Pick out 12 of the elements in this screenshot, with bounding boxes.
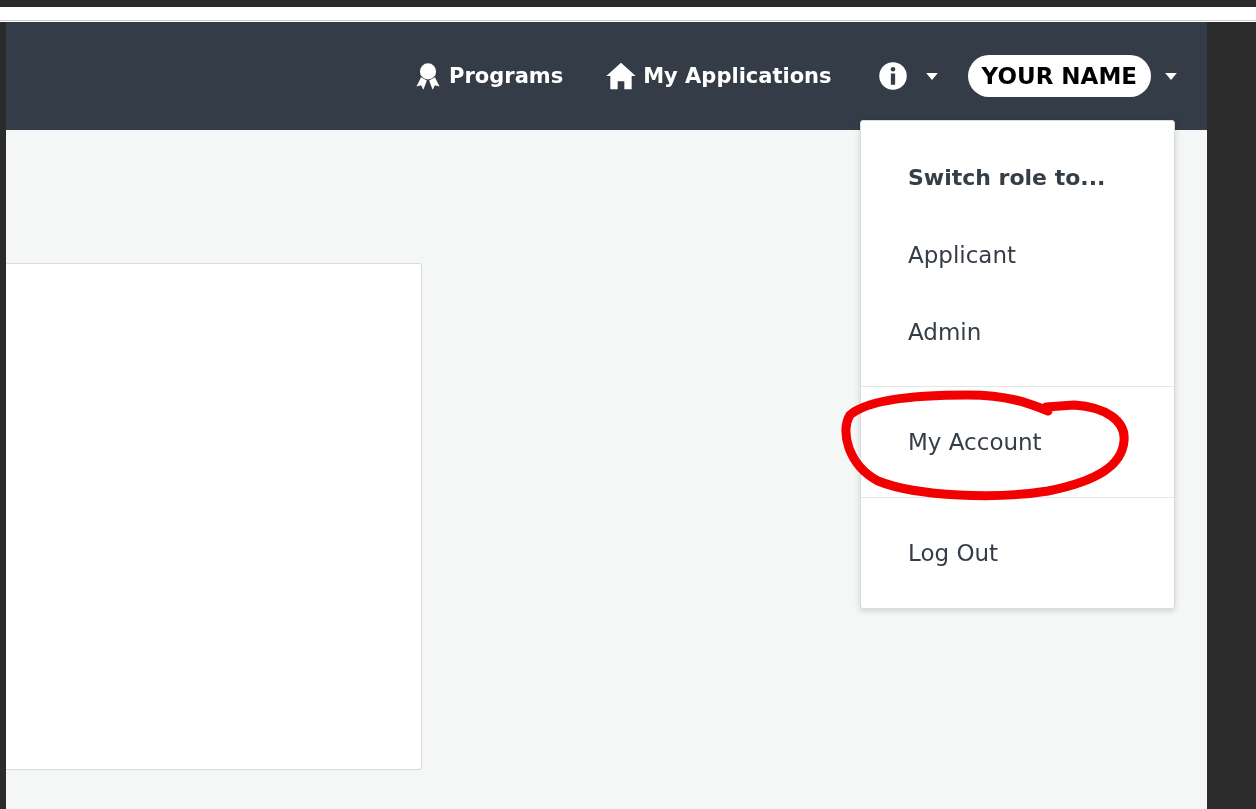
menu-item[interactable]: My Account [861, 427, 1174, 457]
caret-icon [925, 72, 938, 80]
nav-link[interactable]: Programs [413, 61, 564, 91]
dropdown-header: Switch role to... [907, 164, 1107, 192]
nav-link[interactable]: My Applications [605, 61, 832, 91]
info-icon [877, 61, 908, 91]
info-menu-toggle[interactable] [877, 61, 938, 91]
menu-item[interactable]: Admin [861, 317, 1174, 347]
menu-item[interactable]: Log Out [861, 538, 1174, 568]
menu-item[interactable]: Applicant [861, 240, 1174, 270]
home-icon [605, 61, 638, 91]
caret-icon [1165, 72, 1177, 80]
